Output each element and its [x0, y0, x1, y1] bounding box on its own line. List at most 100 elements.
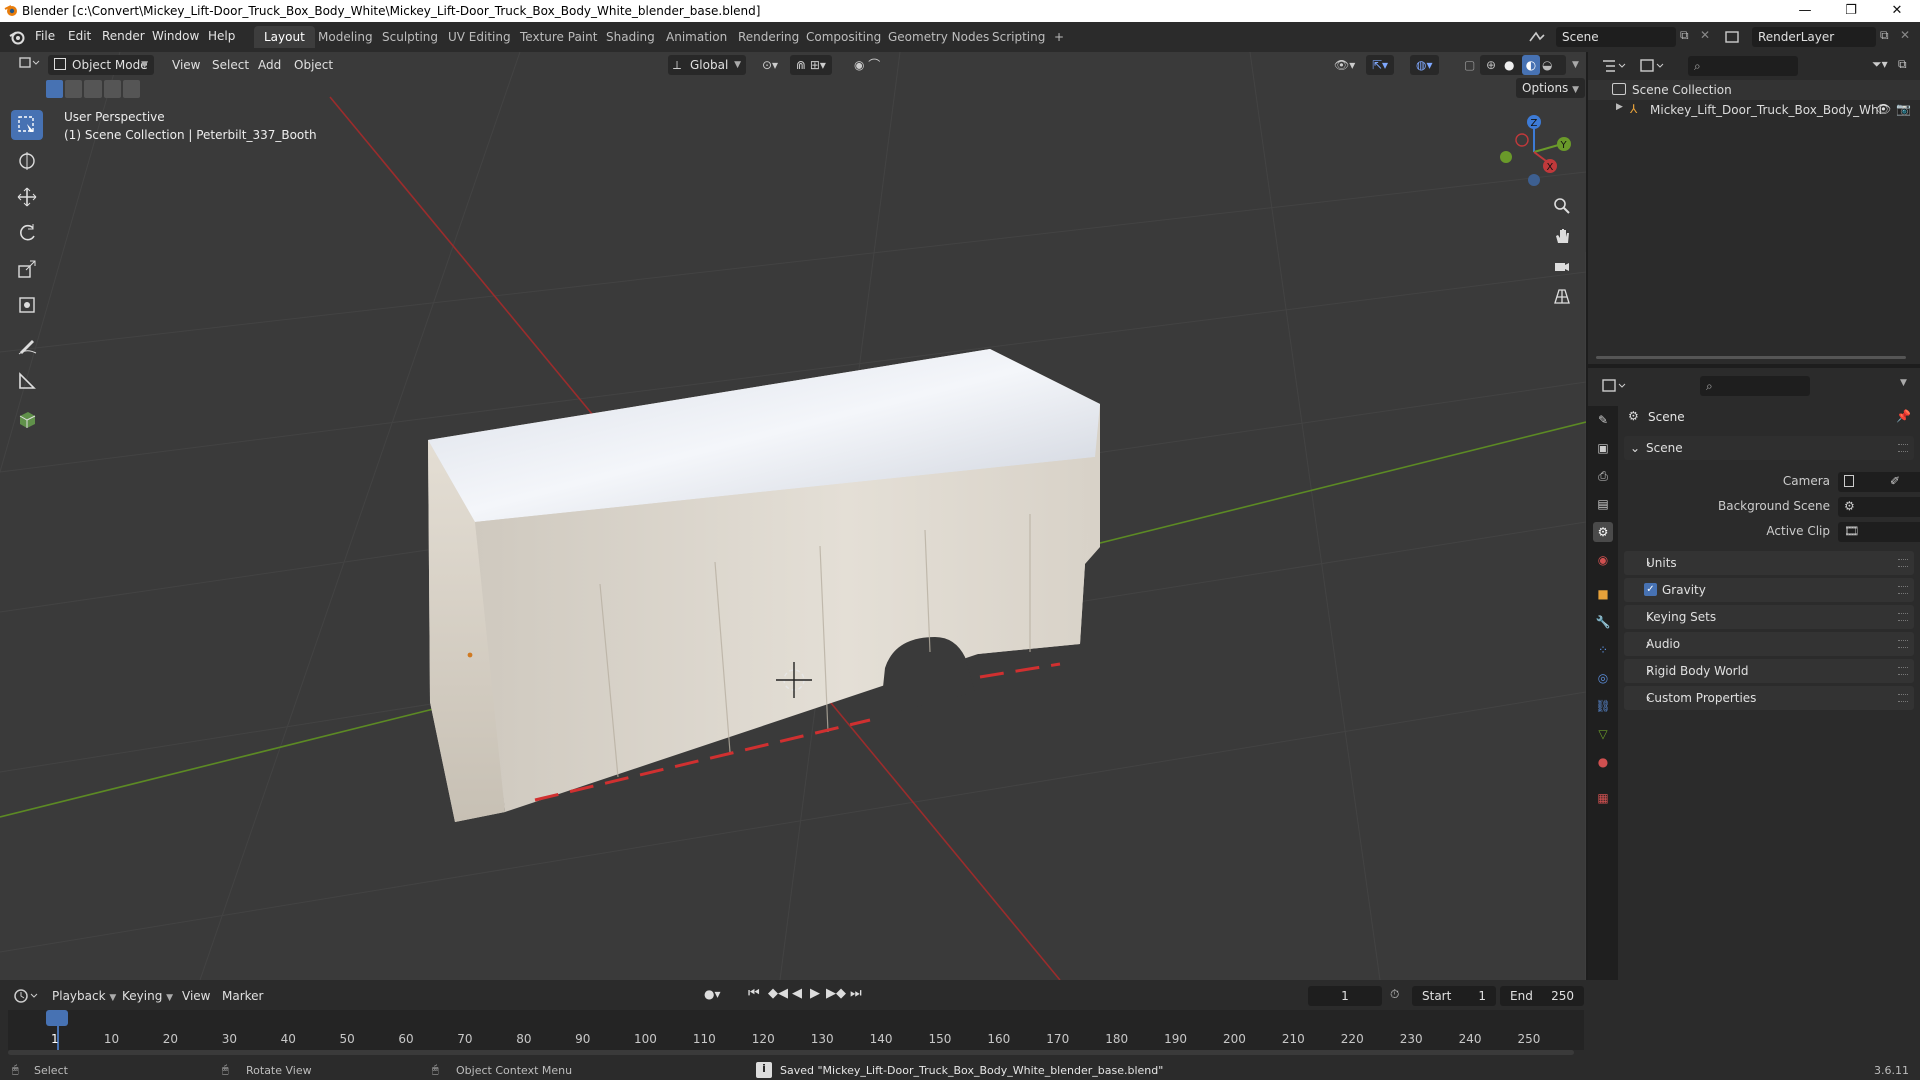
rendered-shading-icon[interactable]: ◒ [1542, 55, 1552, 75]
end-frame-field[interactable]: End 250 [1500, 986, 1584, 1006]
camera-view-icon[interactable] [1547, 252, 1577, 280]
maximize-button[interactable]: ❐ [1828, 0, 1874, 22]
play-icon[interactable]: ▶ [810, 986, 820, 1001]
custom-properties-panel[interactable]: › Custom Properties [1624, 686, 1914, 710]
jump-to-start-icon[interactable]: ⏮ [748, 986, 760, 1001]
data-tab-icon[interactable]: ▽ [1593, 724, 1613, 744]
material-tab-icon[interactable]: ● [1593, 752, 1613, 772]
scale-tool[interactable] [11, 254, 43, 284]
keying-sets-panel[interactable]: › Keying Sets [1624, 605, 1914, 629]
scene-remove-icon[interactable]: ✕ [1700, 28, 1710, 42]
measure-tool[interactable] [11, 366, 43, 396]
select-intersect-icon[interactable] [122, 80, 141, 98]
drag-handle-icon[interactable] [1898, 444, 1908, 452]
current-frame-field[interactable]: 1 [1308, 986, 1382, 1006]
pivot-point-icon[interactable]: ⊙▾ [756, 55, 784, 75]
select-extend-icon[interactable] [65, 80, 83, 98]
overlay-toggle-icon[interactable]: ◍▾ [1410, 55, 1439, 75]
filter-icon[interactable]: ⏷▾ [1872, 57, 1888, 72]
preview-range-icon[interactable]: ⏱ [1390, 987, 1399, 1002]
world-tab-icon[interactable]: ◉ [1593, 550, 1613, 570]
add-workspace-button[interactable]: + [1044, 26, 1074, 48]
texture-tab-icon[interactable]: ▦ [1593, 788, 1613, 808]
snap-icon[interactable]: ⋒ ⊞▾ [790, 55, 832, 75]
eye-visibility-icon[interactable]: 👁 [1876, 102, 1891, 116]
start-frame-field[interactable]: Start 1 [1412, 986, 1496, 1006]
outliner-scrollbar[interactable] [1596, 356, 1906, 359]
annotate-tool[interactable] [11, 330, 43, 360]
drag-handle-icon[interactable] [1898, 586, 1908, 594]
eyedropper-icon[interactable]: ✐ [1890, 474, 1900, 488]
object-tab-icon[interactable]: ■ [1593, 584, 1613, 604]
properties-search-input[interactable]: ⌕ [1700, 376, 1810, 396]
timeline-scrollbar[interactable] [8, 1050, 1574, 1055]
drag-handle-icon[interactable] [1898, 667, 1908, 675]
outliner-editor-type-icon[interactable] [1600, 56, 1628, 76]
render-camera-icon[interactable]: 📷 [1896, 102, 1911, 116]
menu-window[interactable]: Window [152, 29, 199, 43]
select-box-tool[interactable] [11, 110, 43, 140]
playback-menu[interactable]: Playback ▼ [46, 986, 122, 1006]
gravity-checkbox[interactable]: ✓ [1644, 583, 1657, 596]
tab-shading[interactable]: Shading [596, 26, 665, 48]
options-button[interactable]: Options ▼ [1516, 78, 1586, 98]
truck-box-body-object[interactable] [428, 349, 1100, 822]
drag-handle-icon[interactable] [1898, 613, 1908, 621]
audio-panel[interactable]: › Audio [1624, 632, 1914, 656]
output-tab-icon[interactable]: ⎙ [1593, 466, 1613, 486]
object-menu[interactable]: Object [288, 55, 339, 75]
zoom-icon[interactable] [1547, 192, 1577, 220]
rotate-tool[interactable] [11, 218, 43, 248]
tool-tab-icon[interactable]: ✎ [1593, 410, 1613, 430]
tab-texture-paint[interactable]: Texture Paint [510, 26, 607, 48]
rigid-body-world-panel[interactable]: › Rigid Body World [1624, 659, 1914, 683]
jump-to-end-icon[interactable]: ⏭ [850, 986, 862, 1001]
properties-editor-type-icon[interactable] [1600, 376, 1628, 396]
tab-animation[interactable]: Animation [656, 26, 737, 48]
scene-selector-icon[interactable] [1526, 27, 1550, 47]
scene-tab-icon[interactable]: ⚙ [1593, 522, 1613, 542]
xray-toggle-icon[interactable]: ▢ [1458, 55, 1481, 75]
timeline-view-menu[interactable]: View [176, 986, 216, 1006]
playhead-marker[interactable] [46, 1010, 68, 1026]
outliner-search-input[interactable]: ⌕ [1688, 56, 1798, 76]
visibility-icon[interactable]: 👁▾ [1328, 55, 1361, 75]
drag-handle-icon[interactable] [1898, 694, 1908, 702]
scene-panel-header[interactable]: ⌄ Scene [1624, 436, 1914, 460]
physics-tab-icon[interactable]: ◎ [1593, 668, 1613, 688]
add-cube-tool[interactable] [11, 404, 43, 434]
3d-viewport[interactable] [0, 52, 1586, 980]
mode-selector[interactable]: Object Mode ▼ [48, 55, 154, 75]
tab-compositing[interactable]: Compositing [796, 26, 891, 48]
add-menu[interactable]: Add [252, 55, 287, 75]
scene-field[interactable]: Scene [1556, 27, 1676, 47]
pin-icon[interactable]: 📌 [1896, 409, 1911, 423]
jump-to-keyframe-next-icon[interactable]: ▶◆ [826, 986, 846, 1001]
tab-layout[interactable]: Layout [254, 26, 315, 48]
menu-help[interactable]: Help [208, 29, 235, 43]
outliner-row-scene-collection[interactable]: Scene Collection [1588, 80, 1920, 100]
new-collection-icon[interactable]: ⧉ [1898, 57, 1907, 72]
properties-options-icon[interactable]: ▼ [1900, 378, 1907, 388]
cursor-tool[interactable] [11, 146, 43, 176]
menu-edit[interactable]: Edit [68, 29, 91, 43]
drag-handle-icon[interactable] [1898, 559, 1908, 567]
gravity-panel[interactable]: › ✓ Gravity [1624, 578, 1914, 602]
close-button[interactable]: ✕ [1874, 0, 1920, 22]
outliner-row-object[interactable]: ▶ ⅄ Mickey_Lift_Door_Truck_Box_Body_Whi … [1588, 100, 1920, 120]
perspective-toggle-icon[interactable] [1547, 282, 1577, 310]
editor-type-icon[interactable] [12, 55, 46, 75]
blender-menu-icon[interactable] [9, 29, 25, 45]
view-layer-tab-icon[interactable]: ▤ [1593, 494, 1613, 514]
menu-render[interactable]: Render [102, 29, 145, 43]
select-menu[interactable]: Select [206, 55, 255, 75]
jump-to-keyframe-prev-icon[interactable]: ◆◀ [768, 986, 788, 1001]
keying-menu[interactable]: Keying ▼ [116, 986, 179, 1006]
play-reverse-icon[interactable]: ◀ [792, 986, 802, 1001]
view-menu[interactable]: View [166, 55, 206, 75]
transform-orientation-dropdown[interactable]: ⟂ Global ▼ [668, 55, 746, 75]
renderlayer-new-icon[interactable]: ⧉ [1880, 28, 1889, 43]
record-icon[interactable]: ●▾ [704, 987, 721, 1001]
tab-uv-editing[interactable]: UV Editing [438, 26, 521, 48]
tab-sculpting[interactable]: Sculpting [372, 26, 448, 48]
